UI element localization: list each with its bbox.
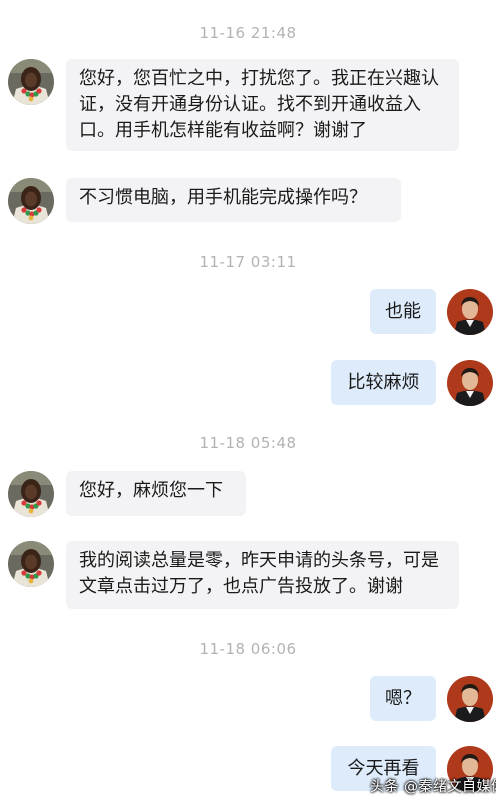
user-avatar-icon[interactable]	[8, 178, 54, 224]
message-text: 您好，您百忙之中，打扰您了。我正在兴趣认证，没有开通身份认证。找不到开通收益入口…	[79, 68, 439, 141]
message-text: 嗯？	[385, 687, 421, 709]
user-avatar-icon[interactable]	[8, 471, 54, 517]
message-text: 也能	[385, 300, 421, 322]
incoming-message-bubble[interactable]: 您好，您百忙之中，打扰您了。我正在兴趣认证，没有开通身份认证。找不到开通收益入口…	[66, 59, 459, 151]
message-text: 比较麻烦	[347, 371, 420, 393]
timestamp: 11-16 21:48	[199, 24, 297, 42]
incoming-message-bubble[interactable]: 您好，麻烦您一下	[66, 471, 246, 516]
user-avatar-icon[interactable]	[8, 541, 54, 587]
incoming-message-bubble[interactable]: 我的阅读总量是零，昨天申请的头条号，可是文章点击过万了，也点广告投放了。谢谢	[66, 541, 459, 609]
outgoing-message-bubble[interactable]: 比较麻烦	[331, 360, 436, 405]
message-text: 不习惯电脑，用手机能完成操作吗？	[79, 187, 367, 208]
timestamp: 11-18 06:06	[199, 640, 297, 658]
outgoing-message-bubble[interactable]: 嗯？	[370, 676, 436, 721]
message-text: 我的阅读总量是零，昨天申请的头条号，可是文章点击过万了，也点广告投放了。谢谢	[79, 550, 439, 597]
timestamp: 11-17 03:11	[199, 253, 297, 271]
timestamp: 11-18 05:48	[199, 434, 297, 452]
watermark: 头条 @秦绪文自媒体	[370, 779, 496, 795]
outgoing-message-bubble[interactable]: 也能	[370, 289, 436, 334]
message-text: 您好，麻烦您一下	[79, 480, 223, 501]
user-avatar-icon[interactable]	[8, 59, 54, 105]
incoming-message-bubble[interactable]: 不习惯电脑，用手机能完成操作吗？	[66, 178, 401, 222]
user-avatar-icon[interactable]	[447, 360, 493, 406]
user-avatar-icon[interactable]	[447, 676, 493, 722]
user-avatar-icon[interactable]	[447, 289, 493, 335]
